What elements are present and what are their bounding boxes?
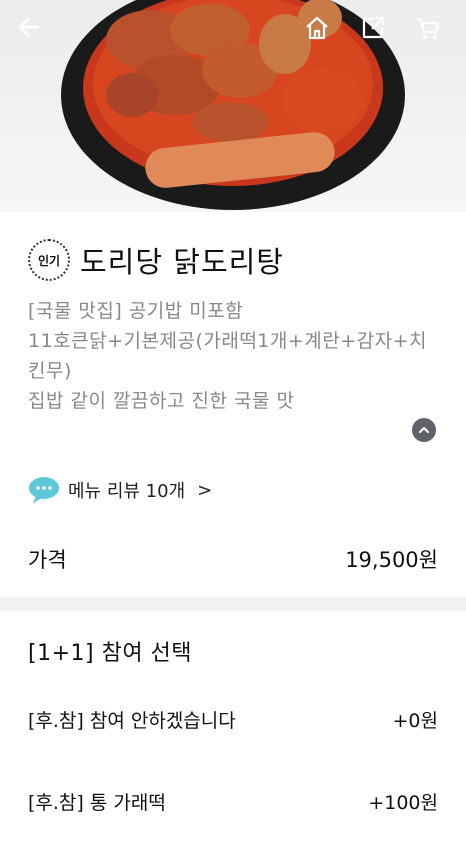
menu-review-link[interactable]: 메뉴 리뷰 10개 > [28,476,212,504]
share-button[interactable] [359,14,395,50]
product-image [0,0,466,212]
back-button[interactable] [16,14,52,50]
review-label: 메뉴 리뷰 10개 [68,481,186,502]
description-line: 11호큰닭+기본제공(가래떡1개+계란+감자+치킨무) [28,330,428,382]
title-row: 인기 도리당 닭도리탕 [28,238,284,282]
home-button[interactable] [303,14,339,50]
section-divider [0,597,466,611]
price-label: 가격 [28,548,67,572]
popular-badge: 인기 [28,239,70,281]
share-icon [362,16,385,39]
product-description: [국물 맛집] 공기밥 미포함 11호큰닭+기본제공(가래떡1개+계란+감자+치… [28,296,438,416]
arrow-left-icon [18,17,40,37]
collapse-button[interactable] [412,418,436,442]
chevron-right-icon: > [197,479,213,501]
product-title: 도리당 닭도리탕 [80,245,284,279]
price-row: 가격 19,500원 [28,542,438,576]
description-line: [국물 맛집] 공기밥 미포함 [28,300,244,322]
option-label: [후.참] 참여 안하겠습니다 [28,709,236,732]
option-item[interactable]: [후.참] 통 가래떡 +100원 [28,785,438,817]
option-label: [후.참] 통 가래떡 [28,791,166,814]
chat-bubble-icon [29,477,59,503]
home-icon [306,16,328,40]
chevron-up-icon [419,427,429,433]
cart-button[interactable] [414,14,450,50]
option-item[interactable]: [후.참] 참여 안하겠습니다 +0원 [28,703,438,735]
cart-icon [417,17,440,39]
description-line: 집밥 같이 깔끔하고 진한 국물 맛 [28,390,295,412]
price-value: 19,500원 [345,548,438,572]
option-price: +100원 [368,791,438,814]
food-photo [61,0,405,210]
option-group-title: [1+1] 참여 선택 [28,641,193,666]
option-price: +0원 [392,709,439,732]
